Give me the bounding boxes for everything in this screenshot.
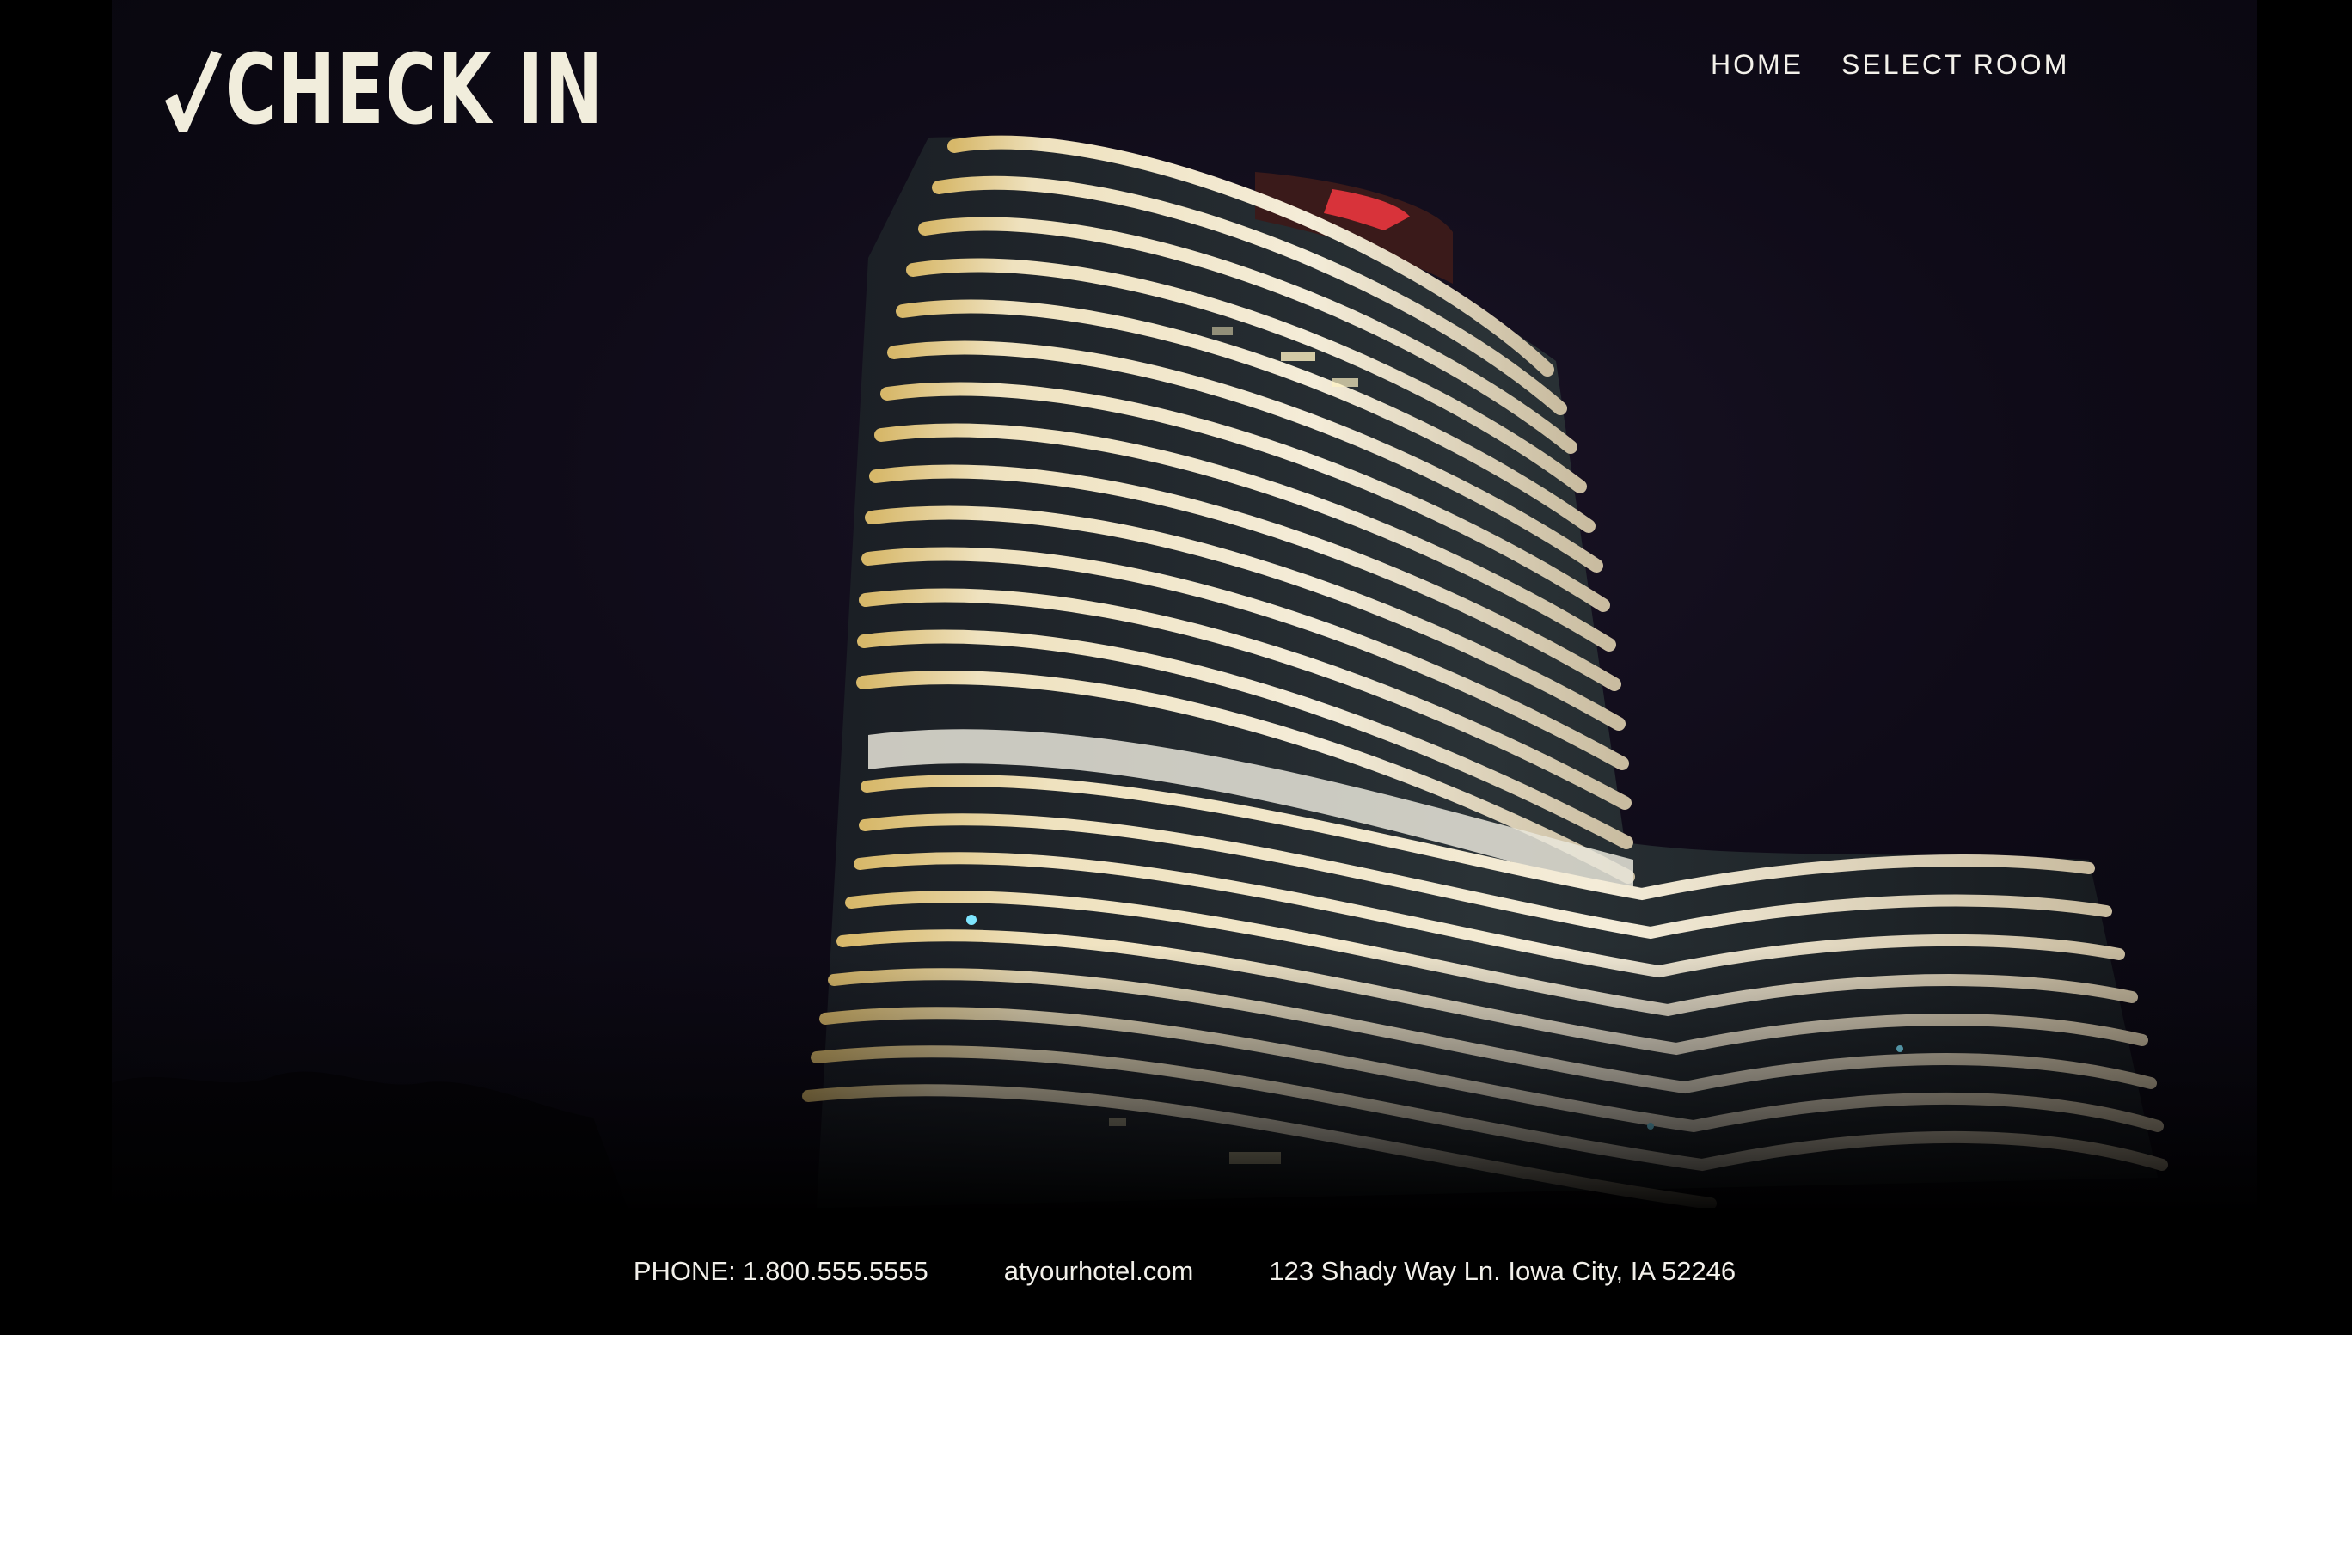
main-nav: HOME SELECT ROOM xyxy=(1711,43,2069,86)
site-wrapper: CHECK IN HOME SELECT ROOM PHONE: 1.800.5… xyxy=(0,0,2352,1335)
nav-select-room-link[interactable]: SELECT ROOM xyxy=(1841,43,2069,86)
nav-home-link[interactable]: HOME xyxy=(1711,43,1804,86)
page: CHECK IN HOME SELECT ROOM PHONE: 1.800.5… xyxy=(0,0,2352,1568)
contact-phone: PHONE: 1.800.555.5555 xyxy=(633,1256,928,1286)
checkmark-icon xyxy=(165,51,222,132)
contact-website[interactable]: atyourhotel.com xyxy=(1004,1254,1194,1289)
brand-logo[interactable]: CHECK IN xyxy=(162,34,751,146)
contact-address: 123 Shady Way Ln. Iowa City, IA 52246 xyxy=(1269,1256,1736,1286)
hotel-building-illustration xyxy=(112,135,2257,1208)
site-header: CHECK IN HOME SELECT ROOM xyxy=(0,0,2352,146)
hero-section: CHECK IN HOME SELECT ROOM xyxy=(0,0,2352,1208)
brand-name: CHECK IN xyxy=(225,34,604,146)
hero-image xyxy=(112,0,2257,1208)
contact-bar: PHONE: 1.800.555.5555 atyourhotel.com 12… xyxy=(0,1208,2352,1335)
